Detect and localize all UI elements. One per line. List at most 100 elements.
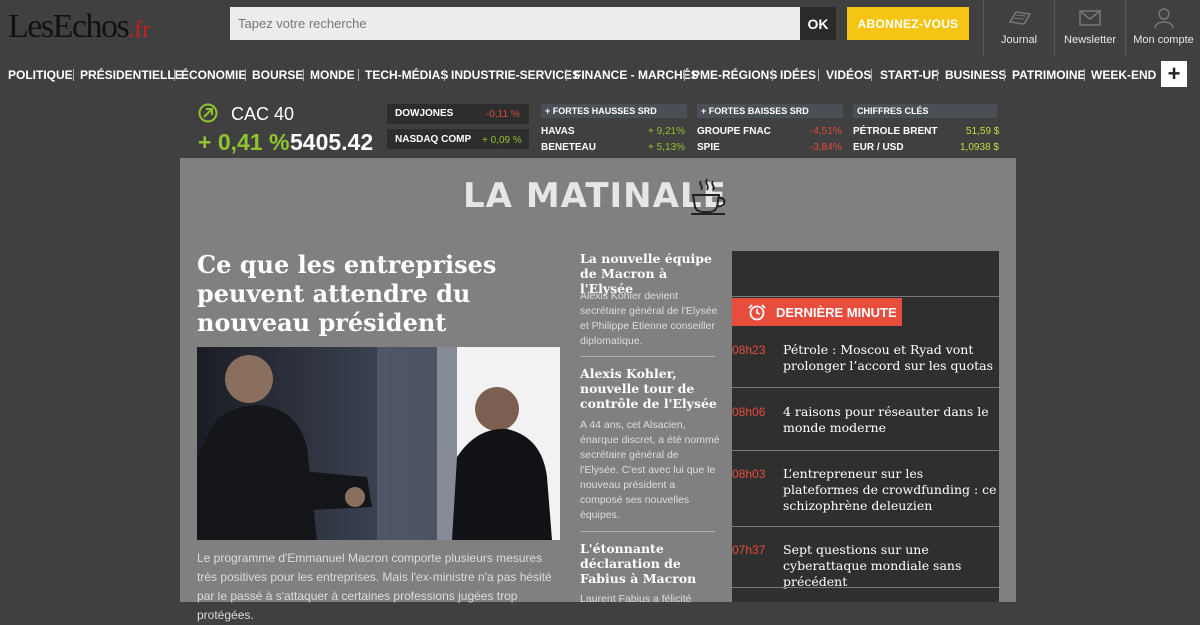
journal-label: Journal bbox=[1000, 34, 1038, 46]
side-article-summary: Alexis Kohler devient secrétaire général… bbox=[580, 290, 718, 347]
nav-separator bbox=[937, 69, 938, 81]
nav-separator bbox=[1004, 69, 1005, 81]
nav-separator bbox=[684, 69, 685, 81]
newspaper-icon bbox=[1008, 11, 1032, 25]
main-nav: POLITIQUE PRÉSIDENTIELLE ÉCONOMIE BOURSE… bbox=[0, 64, 1200, 86]
news-item-text[interactable]: 4 raisons pour réseauter dans le monde m… bbox=[783, 404, 998, 436]
newsletter-link[interactable]: Newsletter bbox=[1054, 0, 1125, 56]
cle-name[interactable]: EUR / USD bbox=[853, 142, 904, 153]
nav-item-politique[interactable]: POLITIQUE bbox=[8, 64, 73, 86]
newsletter-label: Newsletter bbox=[1064, 34, 1116, 46]
nav-separator bbox=[444, 69, 445, 81]
account-link[interactable]: Mon compte bbox=[1125, 0, 1200, 56]
side-divider bbox=[580, 356, 715, 357]
nav-separator bbox=[174, 69, 175, 81]
index-variation: -0,11 % bbox=[486, 109, 520, 120]
dm-divider bbox=[732, 587, 999, 588]
hausse-name[interactable]: BENETEAU bbox=[541, 142, 596, 153]
subscribe-button[interactable]: ABONNEZ-VOUS bbox=[847, 7, 969, 40]
account-label: Mon compte bbox=[1133, 34, 1194, 46]
nav-item-patrimoine[interactable]: PATRIMOINE bbox=[1012, 64, 1086, 86]
nav-item-pme-regions[interactable]: PME-RÉGIONS bbox=[692, 64, 777, 86]
baisse-name[interactable]: GROUPE FNAC bbox=[697, 126, 771, 137]
cle-name[interactable]: PÉTROLE BRENT bbox=[853, 126, 937, 137]
photo-illustration bbox=[197, 347, 560, 540]
cac40-value: 5405.42 bbox=[290, 129, 374, 155]
hausse-value: + 9,21% bbox=[648, 126, 685, 137]
derniere-minute-title: DERNIÈRE MINUTE bbox=[776, 304, 897, 320]
side-article-summary: Laurent Fabius a félicité bbox=[580, 593, 692, 605]
news-item-prefix: L’entrepreneur sur les plateformes de cr… bbox=[783, 466, 983, 497]
nav-separator bbox=[358, 69, 359, 81]
main-article-summary: Le programme d'Emmanuel Macron comporte … bbox=[197, 551, 552, 622]
news-time: 08h03 bbox=[732, 467, 766, 481]
nav-item-economie[interactable]: ÉCONOMIE bbox=[181, 64, 246, 86]
side-divider bbox=[580, 531, 715, 532]
nav-separator bbox=[818, 69, 819, 81]
nav-item-monde[interactable]: MONDE bbox=[310, 64, 355, 86]
coffee-cup-icon bbox=[691, 178, 726, 215]
nav-item-industrie-services[interactable]: INDUSTRIE-SERVICES bbox=[451, 64, 580, 86]
cle-value: 1,0938 $ bbox=[960, 142, 999, 153]
side-article-title[interactable]: Alexis Kohler, nouvelle tour de contrôle… bbox=[580, 366, 720, 411]
logo-main: LesEchos bbox=[8, 8, 130, 45]
nav-item-idees[interactable]: IDÉES bbox=[780, 64, 816, 86]
dm-divider bbox=[732, 526, 999, 527]
index-name: DOWJONES bbox=[395, 108, 454, 119]
news-item-headline: Sept questions sur une cyberattaque mond… bbox=[783, 542, 962, 589]
nav-item-start-up[interactable]: START-UP bbox=[880, 64, 939, 86]
cac40-name[interactable]: CAC 40 bbox=[231, 104, 294, 125]
nav-separator bbox=[566, 69, 567, 81]
baisse-value: -3,84% bbox=[810, 142, 842, 153]
hausse-value: + 5,13% bbox=[648, 142, 685, 153]
alarm-clock-icon bbox=[748, 304, 766, 321]
main-article-title[interactable]: Ce que les entreprises peuvent attendre … bbox=[197, 250, 557, 337]
site-logo[interactable]: LesEchos.fr bbox=[8, 8, 150, 46]
side-article-summary: A 44 ans, cet Alsacien, énarque discret,… bbox=[580, 419, 720, 521]
journal-link[interactable]: Journal bbox=[983, 0, 1054, 56]
hausse-name[interactable]: HAVAS bbox=[541, 126, 575, 137]
index-variation: + 0,09 % bbox=[482, 135, 522, 146]
nav-item-bourse[interactable]: BOURSE bbox=[252, 64, 303, 86]
chiffres-cles-title[interactable]: CHIFFRES CLÉS bbox=[853, 104, 997, 118]
dm-divider bbox=[732, 296, 999, 297]
main-article-photo[interactable] bbox=[197, 347, 560, 540]
side-article-title[interactable]: L'étonnante déclaration de Fabius à Macr… bbox=[580, 541, 720, 586]
nav-item-week-end[interactable]: WEEK-END bbox=[1091, 64, 1156, 86]
derniere-minute-header[interactable]: DERNIÈRE MINUTE bbox=[732, 298, 902, 326]
index-name: NASDAQ COMP bbox=[395, 134, 472, 145]
nav-item-business[interactable]: BUSINESS bbox=[945, 64, 1006, 86]
news-item-prefix: Pétrole : bbox=[783, 342, 841, 357]
matinale-title: LA MATINALE bbox=[463, 176, 727, 216]
nav-separator bbox=[245, 69, 246, 81]
dm-divider bbox=[732, 387, 999, 388]
baisses-title[interactable]: + FORTES BAISSES SRD bbox=[697, 104, 843, 118]
nav-item-finance-marches[interactable]: FINANCE - MARCHÉS bbox=[574, 64, 699, 86]
news-time: 08h06 bbox=[732, 405, 766, 419]
hausses-title[interactable]: + FORTES HAUSSES SRD bbox=[541, 104, 687, 118]
dm-divider bbox=[732, 450, 999, 451]
news-item-text[interactable]: L’entrepreneur sur les plateformes de cr… bbox=[783, 466, 998, 514]
news-item-text[interactable]: Sept questions sur une cyberattaque mond… bbox=[783, 542, 998, 590]
trend-up-arrow-icon bbox=[198, 103, 218, 123]
nav-separator bbox=[871, 69, 872, 81]
more-sections-button[interactable]: + bbox=[1161, 61, 1187, 87]
news-item-headline: 4 raisons pour réseauter dans le monde m… bbox=[783, 404, 989, 435]
search-ok-button[interactable]: OK bbox=[800, 7, 836, 40]
news-time: 07h37 bbox=[732, 543, 766, 557]
baisse-value: -4,51% bbox=[810, 126, 842, 137]
news-item-text[interactable]: Pétrole : Moscou et Ryad vont prolonger … bbox=[783, 342, 998, 374]
nav-separator bbox=[1084, 69, 1085, 81]
nav-item-presidentielle[interactable]: PRÉSIDENTIELLE bbox=[80, 64, 183, 86]
cac40-variation: + 0,41 % bbox=[198, 129, 290, 155]
news-time: 08h23 bbox=[732, 343, 766, 357]
nav-item-tech-medias[interactable]: TECH-MÉDIAS bbox=[365, 64, 448, 86]
nav-item-videos[interactable]: VIDÉOS bbox=[826, 64, 871, 86]
search-input[interactable] bbox=[230, 7, 800, 40]
cle-value: 51,59 $ bbox=[966, 126, 1000, 137]
envelope-icon bbox=[1079, 10, 1101, 26]
nav-separator bbox=[303, 69, 304, 81]
baisse-name[interactable]: SPIE bbox=[697, 142, 720, 153]
user-icon bbox=[1153, 8, 1174, 28]
nav-separator bbox=[772, 69, 773, 81]
